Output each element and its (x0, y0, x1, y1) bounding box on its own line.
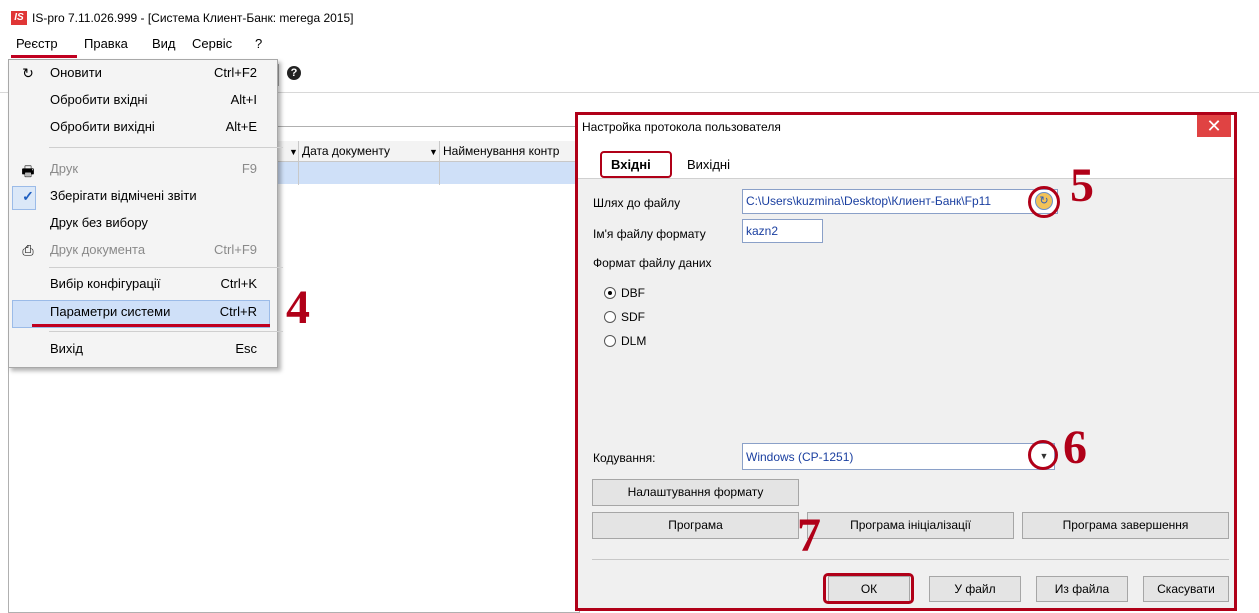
menu-item-refresh[interactable]: ↻ Оновити Ctrl+F2 (9, 60, 277, 86)
radio-dlm-label: DLM (621, 334, 647, 348)
menu-item-label: Друк (50, 161, 79, 176)
step-annotation-4: 4 (286, 281, 310, 334)
menu-item-shortcut: Ctrl+F2 (214, 65, 257, 80)
grid-column-separator (439, 141, 440, 185)
menu-item-shortcut: Alt+E (225, 119, 257, 134)
radio-dbf[interactable] (604, 287, 616, 299)
radio-sdf-label: SDF (621, 310, 645, 324)
menu-item-save-marked-reports[interactable]: ✓ Зберігати відмічені звіти (9, 183, 277, 209)
menubar (0, 31, 1259, 59)
menu-separator (49, 147, 283, 148)
step-annotation-7: 7 (797, 509, 821, 562)
menu-item-process-incoming[interactable]: Обробити вхідні Alt+I (9, 87, 277, 113)
menu-item-shortcut: F9 (241, 161, 257, 176)
cancel-button[interactable]: Скасувати (1143, 576, 1229, 602)
filter-arrow-icon[interactable]: ▼ (289, 147, 298, 157)
path-field[interactable]: C:\Users\kuzmina\Desktop\Клиент-Банк\Fp1… (742, 189, 1058, 214)
menu-separator (49, 331, 283, 332)
print-document-icon: ⎙ (22, 242, 34, 258)
data-format-label: Формат файлу даних (593, 256, 712, 270)
filter-arrow-icon[interactable]: ▼ (429, 147, 438, 157)
encoding-label: Кодування: (593, 451, 656, 465)
radio-sdf[interactable] (604, 311, 616, 323)
menu-item-exit[interactable]: Вихід Esc (9, 336, 277, 362)
grid-column-separator (298, 141, 299, 185)
format-file-label: Ім'я файлу формату (593, 227, 706, 241)
from-file-button[interactable]: Из файла (1036, 576, 1128, 602)
window-title: IS-pro 7.11.026.999 - [Система Клиент-Ба… (32, 11, 354, 25)
menu-item-shortcut: Ctrl+K (220, 276, 257, 291)
app-logo-icon: IS (11, 11, 27, 25)
close-icon[interactable]: ✕ (1197, 115, 1231, 137)
menu-help[interactable]: ? (255, 36, 262, 51)
menu-item-label: Зберігати відмічені звіти (50, 188, 197, 203)
menu-item-select-config[interactable]: Вибір конфігурації Ctrl+K (9, 271, 277, 297)
menu-item-label: Обробити вихідні (50, 119, 155, 134)
to-file-button[interactable]: У файл (929, 576, 1021, 602)
annotation-circle-6 (1028, 440, 1058, 470)
refresh-icon: ↻ (22, 65, 34, 81)
menu-item-label: Вибір конфігурації (50, 276, 161, 291)
radio-dbf-label: DBF (621, 286, 645, 300)
format-settings-button[interactable]: Налаштування формату (592, 479, 799, 506)
menu-service[interactable]: Сервіс (192, 36, 232, 51)
dialog-title: Настройка протокола пользователя (582, 120, 781, 134)
encoding-select[interactable]: Windows (CP-1251) (742, 443, 1055, 470)
annotation-box-ok (823, 573, 914, 604)
menu-item-label: Оновити (50, 65, 102, 80)
menu-separator (49, 267, 283, 268)
menu-edit[interactable]: Правка (84, 36, 128, 51)
menu-item-system-parameters[interactable]: Параметри системи Ctrl+R (9, 299, 277, 325)
help-icon[interactable]: ? (287, 66, 301, 80)
menu-item-process-outgoing[interactable]: Обробити вихідні Alt+E (9, 114, 277, 140)
menu-item-shortcut: Esc (235, 341, 257, 356)
check-icon: ✓ (22, 188, 34, 204)
printer-icon: 🖶 (21, 163, 35, 179)
menu-item-label: Обробити вхідні (50, 92, 148, 107)
radio-dlm[interactable] (604, 335, 616, 347)
annotation-circle-5 (1028, 186, 1060, 218)
menu-item-shortcut: Ctrl+F9 (214, 242, 257, 257)
menu-view[interactable]: Вид (152, 36, 176, 51)
step-annotation-5: 5 (1070, 159, 1094, 212)
menu-item-print-no-select[interactable]: Друк без вибору (9, 210, 277, 236)
program-button[interactable]: Програма (592, 512, 799, 539)
menu-item-print-document[interactable]: ⎙ Друк документа Ctrl+F9 (9, 237, 277, 263)
step-annotation-6: 6 (1063, 421, 1087, 474)
program-finish-button[interactable]: Програма завершення (1022, 512, 1229, 539)
column-header-date[interactable]: Дата документу (302, 144, 390, 158)
toolbar-separator (278, 64, 279, 86)
dialog-footer-separator (592, 559, 1229, 560)
menu-reestr[interactable]: Реєстр (16, 36, 58, 51)
menu-item-print[interactable]: 🖶 Друк F9 (9, 156, 277, 182)
dialog-tabstrip (578, 140, 1234, 179)
tab-incoming-label: Вхідні (611, 157, 651, 172)
menu-item-shortcut: Ctrl+R (219, 304, 257, 319)
menu-item-label: Параметри системи (50, 304, 171, 319)
path-label: Шлях до файлу (593, 196, 681, 210)
menu-item-label: Вихід (50, 341, 83, 356)
tab-outgoing[interactable]: Вихідні (687, 157, 730, 172)
system-parameters-underline (32, 324, 270, 327)
menu-item-label: Друк без вибору (50, 215, 148, 230)
menu-item-shortcut: Alt+I (230, 92, 257, 107)
format-file-field[interactable]: kazn2 (742, 219, 823, 243)
menu-item-label: Друк документа (50, 242, 146, 257)
column-header-name[interactable]: Найменування контр (443, 144, 559, 158)
program-init-button[interactable]: Програма ініціалізації (807, 512, 1014, 539)
reestr-highlight-underline (11, 55, 77, 58)
